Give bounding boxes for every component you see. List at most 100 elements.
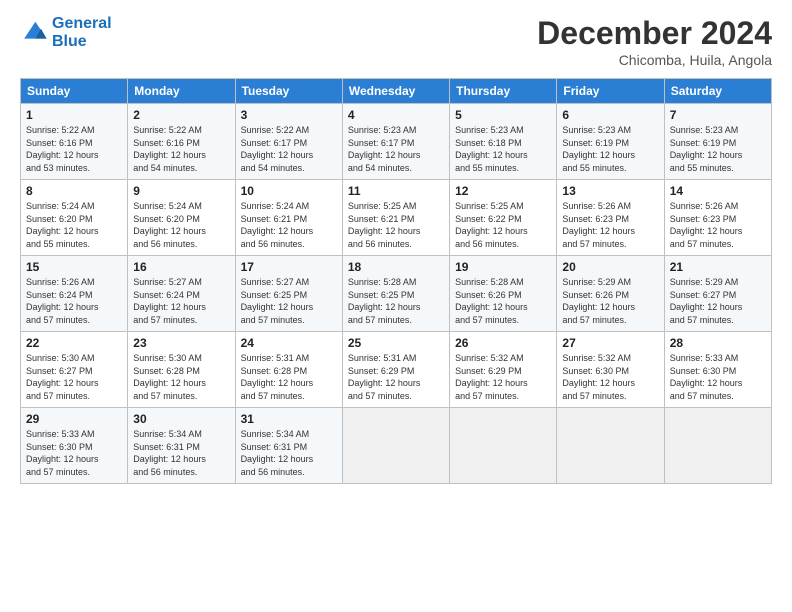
day-info: Sunrise: 5:33 AM Sunset: 6:30 PM Dayligh… (26, 428, 122, 478)
day-number: 25 (348, 336, 444, 350)
day-info: Sunrise: 5:28 AM Sunset: 6:25 PM Dayligh… (348, 276, 444, 326)
day-number: 4 (348, 108, 444, 122)
day-info: Sunrise: 5:23 AM Sunset: 6:18 PM Dayligh… (455, 124, 551, 174)
calendar-cell: 4 Sunrise: 5:23 AM Sunset: 6:17 PM Daylig… (342, 104, 449, 180)
day-info: Sunrise: 5:26 AM Sunset: 6:23 PM Dayligh… (670, 200, 766, 250)
header-row: SundayMondayTuesdayWednesdayThursdayFrid… (21, 79, 772, 104)
day-info: Sunrise: 5:30 AM Sunset: 6:28 PM Dayligh… (133, 352, 229, 402)
day-info: Sunrise: 5:34 AM Sunset: 6:31 PM Dayligh… (133, 428, 229, 478)
calendar-cell: 23Sunrise: 5:30 AM Sunset: 6:28 PM Dayli… (128, 332, 235, 408)
calendar-row-0: 1 Sunrise: 5:22 AM Sunset: 6:16 PM Daylig… (21, 104, 772, 180)
day-info: Sunrise: 5:22 AM Sunset: 6:16 PM Dayligh… (26, 124, 122, 174)
day-number: 31 (241, 412, 337, 426)
day-number: 27 (562, 336, 658, 350)
calendar-cell: 15Sunrise: 5:26 AM Sunset: 6:24 PM Dayli… (21, 256, 128, 332)
day-number: 9 (133, 184, 229, 198)
calendar-cell: 29 Sunrise: 5:33 AM Sunset: 6:30 PM Dayli… (21, 408, 128, 484)
logo: General Blue (20, 15, 112, 51)
day-number: 24 (241, 336, 337, 350)
calendar-cell: 2Sunrise: 5:22 AM Sunset: 6:16 PM Daylig… (128, 104, 235, 180)
day-info: Sunrise: 5:29 AM Sunset: 6:26 PM Dayligh… (562, 276, 658, 326)
calendar-cell: 27 Sunrise: 5:32 AM Sunset: 6:30 PM Dayli… (557, 332, 664, 408)
day-info: Sunrise: 5:27 AM Sunset: 6:24 PM Dayligh… (133, 276, 229, 326)
day-info: Sunrise: 5:32 AM Sunset: 6:29 PM Dayligh… (455, 352, 551, 402)
calendar-row-2: 15Sunrise: 5:26 AM Sunset: 6:24 PM Dayli… (21, 256, 772, 332)
day-number: 21 (670, 260, 766, 274)
day-number: 7 (670, 108, 766, 122)
calendar-cell: 20 Sunrise: 5:29 AM Sunset: 6:26 PM Dayli… (557, 256, 664, 332)
calendar-cell: 14 Sunrise: 5:26 AM Sunset: 6:23 PM Dayli… (664, 180, 771, 256)
calendar-cell: 16 Sunrise: 5:27 AM Sunset: 6:24 PM Dayli… (128, 256, 235, 332)
day-number: 5 (455, 108, 551, 122)
calendar-cell (557, 408, 664, 484)
month-title: December 2024 (537, 15, 772, 52)
day-number: 18 (348, 260, 444, 274)
header-cell-thursday: Thursday (450, 79, 557, 104)
calendar-body: 1 Sunrise: 5:22 AM Sunset: 6:16 PM Daylig… (21, 104, 772, 484)
calendar-cell: 24 Sunrise: 5:31 AM Sunset: 6:28 PM Dayli… (235, 332, 342, 408)
calendar-cell: 11 Sunrise: 5:25 AM Sunset: 6:21 PM Dayli… (342, 180, 449, 256)
day-info: Sunrise: 5:23 AM Sunset: 6:17 PM Dayligh… (348, 124, 444, 174)
day-number: 19 (455, 260, 551, 274)
day-info: Sunrise: 5:28 AM Sunset: 6:26 PM Dayligh… (455, 276, 551, 326)
calendar-cell: 5 Sunrise: 5:23 AM Sunset: 6:18 PM Daylig… (450, 104, 557, 180)
day-info: Sunrise: 5:29 AM Sunset: 6:27 PM Dayligh… (670, 276, 766, 326)
logo-text: General Blue (52, 15, 112, 51)
calendar-cell: 28 Sunrise: 5:33 AM Sunset: 6:30 PM Dayli… (664, 332, 771, 408)
day-info: Sunrise: 5:31 AM Sunset: 6:29 PM Dayligh… (348, 352, 444, 402)
day-number: 10 (241, 184, 337, 198)
day-info: Sunrise: 5:26 AM Sunset: 6:23 PM Dayligh… (562, 200, 658, 250)
calendar-cell: 3Sunrise: 5:22 AM Sunset: 6:17 PM Daylig… (235, 104, 342, 180)
day-number: 13 (562, 184, 658, 198)
day-number: 8 (26, 184, 122, 198)
day-info: Sunrise: 5:26 AM Sunset: 6:24 PM Dayligh… (26, 276, 122, 326)
day-number: 2 (133, 108, 229, 122)
day-number: 11 (348, 184, 444, 198)
day-number: 26 (455, 336, 551, 350)
day-info: Sunrise: 5:27 AM Sunset: 6:25 PM Dayligh… (241, 276, 337, 326)
calendar-cell: 7 Sunrise: 5:23 AM Sunset: 6:19 PM Daylig… (664, 104, 771, 180)
calendar-cell: 30 Sunrise: 5:34 AM Sunset: 6:31 PM Dayli… (128, 408, 235, 484)
day-number: 20 (562, 260, 658, 274)
calendar-cell: 21 Sunrise: 5:29 AM Sunset: 6:27 PM Dayli… (664, 256, 771, 332)
calendar-cell: 31 Sunrise: 5:34 AM Sunset: 6:31 PM Dayli… (235, 408, 342, 484)
day-number: 28 (670, 336, 766, 350)
header-cell-sunday: Sunday (21, 79, 128, 104)
day-info: Sunrise: 5:34 AM Sunset: 6:31 PM Dayligh… (241, 428, 337, 478)
header-cell-saturday: Saturday (664, 79, 771, 104)
day-info: Sunrise: 5:24 AM Sunset: 6:21 PM Dayligh… (241, 200, 337, 250)
header-cell-wednesday: Wednesday (342, 79, 449, 104)
calendar-row-4: 29 Sunrise: 5:33 AM Sunset: 6:30 PM Dayli… (21, 408, 772, 484)
title-block: December 2024 Chicomba, Huila, Angola (537, 15, 772, 68)
day-info: Sunrise: 5:23 AM Sunset: 6:19 PM Dayligh… (562, 124, 658, 174)
calendar-cell (664, 408, 771, 484)
subtitle: Chicomba, Huila, Angola (537, 52, 772, 68)
day-number: 30 (133, 412, 229, 426)
calendar-cell: 1 Sunrise: 5:22 AM Sunset: 6:16 PM Daylig… (21, 104, 128, 180)
day-info: Sunrise: 5:25 AM Sunset: 6:21 PM Dayligh… (348, 200, 444, 250)
calendar-cell: 25 Sunrise: 5:31 AM Sunset: 6:29 PM Dayli… (342, 332, 449, 408)
day-number: 3 (241, 108, 337, 122)
day-info: Sunrise: 5:24 AM Sunset: 6:20 PM Dayligh… (26, 200, 122, 250)
day-info: Sunrise: 5:23 AM Sunset: 6:19 PM Dayligh… (670, 124, 766, 174)
calendar-cell: 17 Sunrise: 5:27 AM Sunset: 6:25 PM Dayli… (235, 256, 342, 332)
calendar-cell: 9Sunrise: 5:24 AM Sunset: 6:20 PM Daylig… (128, 180, 235, 256)
day-number: 14 (670, 184, 766, 198)
calendar-cell (342, 408, 449, 484)
day-number: 6 (562, 108, 658, 122)
day-number: 1 (26, 108, 122, 122)
calendar-cell: 12Sunrise: 5:25 AM Sunset: 6:22 PM Dayli… (450, 180, 557, 256)
day-info: Sunrise: 5:31 AM Sunset: 6:28 PM Dayligh… (241, 352, 337, 402)
day-number: 29 (26, 412, 122, 426)
day-info: Sunrise: 5:33 AM Sunset: 6:30 PM Dayligh… (670, 352, 766, 402)
day-info: Sunrise: 5:32 AM Sunset: 6:30 PM Dayligh… (562, 352, 658, 402)
calendar-row-1: 8 Sunrise: 5:24 AM Sunset: 6:20 PM Daylig… (21, 180, 772, 256)
calendar-cell: 22Sunrise: 5:30 AM Sunset: 6:27 PM Dayli… (21, 332, 128, 408)
header-cell-friday: Friday (557, 79, 664, 104)
calendar-header: SundayMondayTuesdayWednesdayThursdayFrid… (21, 79, 772, 104)
day-number: 16 (133, 260, 229, 274)
calendar-cell: 13 Sunrise: 5:26 AM Sunset: 6:23 PM Dayli… (557, 180, 664, 256)
header: General Blue December 2024 Chicomba, Hui… (20, 15, 772, 68)
day-number: 17 (241, 260, 337, 274)
header-cell-monday: Monday (128, 79, 235, 104)
